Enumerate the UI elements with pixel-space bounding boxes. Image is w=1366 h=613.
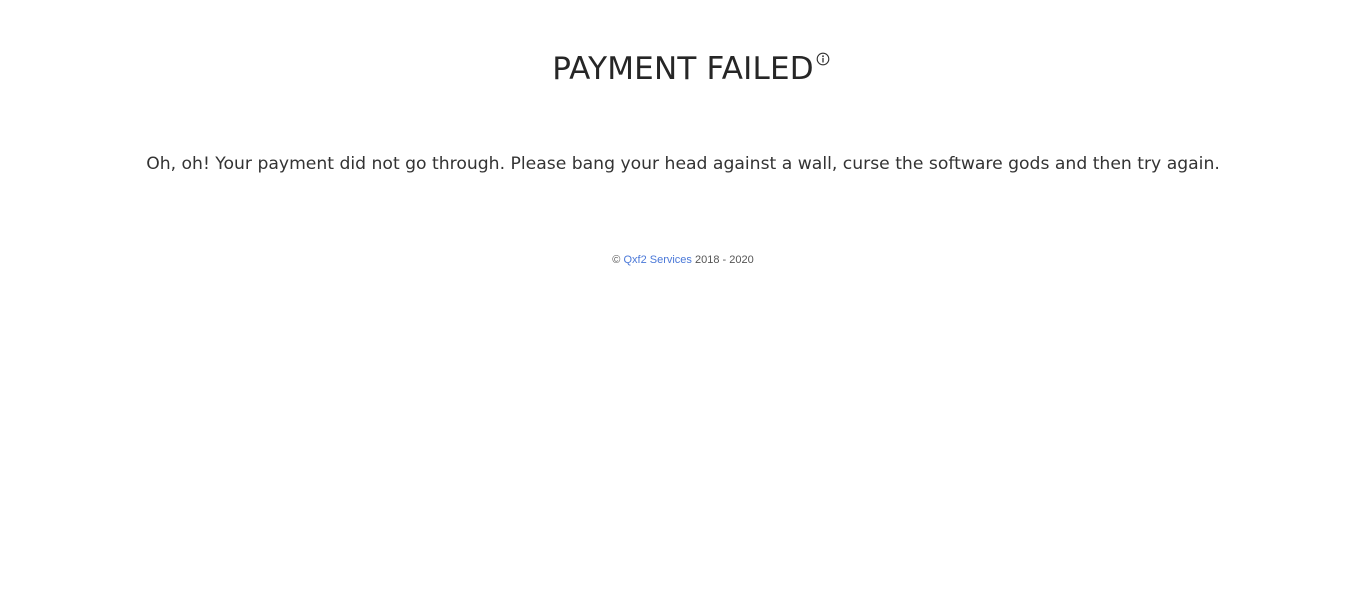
copyright-symbol: ©	[612, 254, 621, 266]
copyright-years: 2018 - 2020	[694, 254, 754, 266]
qxf2-services-link[interactable]: Qxf2 Services	[623, 254, 691, 266]
page-title: PAYMENT FAILED	[552, 46, 830, 92]
title-container: PAYMENT FAILED	[0, 46, 1366, 92]
payment-failed-page: PAYMENT FAILED Oh, oh! Your payment did …	[0, 0, 1366, 613]
footer: © Qxf2 Services 2018 - 2020	[0, 252, 1366, 268]
page-title-text: PAYMENT FAILED	[552, 51, 814, 87]
failure-message: Oh, oh! Your payment did not go through.…	[146, 154, 1220, 174]
info-circle-icon[interactable]	[816, 52, 830, 66]
